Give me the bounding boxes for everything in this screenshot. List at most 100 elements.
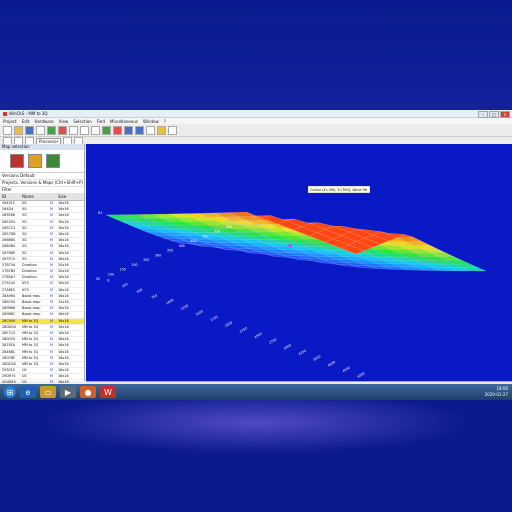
ie-icon[interactable]: e [20, 386, 36, 398]
table-cell: 16x16 [58, 355, 69, 360]
checksum-icon[interactable] [102, 125, 111, 135]
x-tick-label: 250 [121, 282, 128, 289]
table-cell: 20x16 [58, 269, 69, 274]
y-tick-label: 500 [202, 234, 208, 238]
table-cell: 27B75A [2, 262, 16, 267]
menu-misc[interactable]: Miscellaneous [110, 119, 138, 124]
menu-help[interactable]: ? [164, 119, 166, 124]
filter-field[interactable]: Filter [0, 187, 84, 194]
import-icon[interactable] [47, 125, 56, 135]
winols-window: WinOLS - MM to 3Q – □ × Project Edit Har… [0, 110, 512, 402]
winols-task-icon[interactable]: W [100, 386, 116, 398]
window-controls: – □ × [478, 111, 510, 118]
copy-icon[interactable] [80, 125, 89, 135]
surface-plot[interactable]: 0 250 500 750 1000 1250 1500 1750 2000 2250 2500 27… [86, 144, 512, 381]
table-cell: MM to 3Q [22, 349, 39, 354]
close-button[interactable]: × [500, 111, 510, 118]
menu-hardware[interactable]: Hardware [34, 119, 53, 124]
panel-actions [0, 150, 84, 173]
table-cell: 265CC2 [2, 225, 16, 230]
folder-icon[interactable] [28, 154, 42, 168]
table-cell: 12x16 [58, 300, 69, 304]
table-cell: M [50, 318, 53, 323]
table-cell: M [50, 213, 53, 218]
table-cell: 16x16 [58, 337, 69, 342]
table-cell: 16x16 [58, 312, 69, 317]
table-cell: M [50, 231, 53, 236]
new-project-icon[interactable] [3, 125, 12, 135]
menu-edit[interactable]: Edit [22, 119, 30, 124]
versions-combo[interactable]: Versions Default [0, 173, 84, 180]
table-cell: 28E7C0 [2, 330, 16, 335]
table-cell: 29D974 [2, 374, 16, 379]
table-cell: M [50, 337, 53, 342]
view-2d-icon[interactable] [124, 125, 133, 135]
table-cell: 5G [22, 219, 27, 224]
table-cell: M [50, 330, 53, 335]
cursor-tooltip: Cursor (X=495, Y=780), Value 96 [307, 185, 371, 194]
paste-icon[interactable] [91, 125, 100, 135]
settings-icon[interactable] [168, 125, 177, 135]
table-cell: 16x16 [58, 349, 69, 354]
start-button[interactable]: ⊞ [4, 386, 16, 398]
stop-icon[interactable] [113, 125, 122, 135]
column-name[interactable]: Name [22, 194, 50, 200]
filter-tab[interactable]: Projects, Versions & Maps (Ctrl+Shift+P) [0, 180, 84, 187]
table-cell: Boost requ [22, 293, 41, 298]
table-cell: 5G [22, 256, 27, 261]
table-cell: M [50, 238, 53, 243]
table-cell: 16x16 [58, 207, 69, 212]
table-cell: M [50, 207, 53, 212]
column-id[interactable]: ID [0, 194, 22, 200]
table-cell: 28A964 [2, 293, 16, 298]
3d-surface-view[interactable]: 0 250 500 750 1000 1250 1500 1750 2000 2250 2500 27… [86, 144, 512, 381]
menu-selection[interactable]: Selection [73, 119, 91, 124]
firefox-icon[interactable]: ● [80, 386, 96, 398]
table-cell: 16x16 [58, 256, 69, 261]
table-cell: M [50, 300, 53, 304]
column-type[interactable] [50, 194, 58, 200]
hex-view-icon[interactable] [146, 125, 155, 135]
x-tick-label: 5000 [357, 371, 366, 379]
table-cell: 28DC08 [2, 361, 16, 366]
table-cell: 16x16 [58, 343, 69, 348]
table-cell: 28C909 [2, 318, 16, 323]
export-icon[interactable] [58, 125, 67, 135]
explorer-icon[interactable]: ▭ [40, 386, 56, 398]
maximize-button[interactable]: □ [489, 111, 499, 118]
table-cell: N75 [22, 281, 29, 286]
open-folder-icon[interactable] [14, 125, 23, 135]
table-cell: N75 [22, 287, 29, 292]
table-cell: M [50, 219, 53, 224]
column-size[interactable]: Size [58, 194, 78, 200]
svg-text:Cursor (X=495, Y=780), Value 9: Cursor (X=495, Y=780), Value 96 [310, 188, 367, 192]
view-3d-icon[interactable] [135, 125, 144, 135]
table-cell: 27B3A7 [2, 275, 16, 280]
x-tick-label: 2250 [239, 326, 248, 334]
table-cell: MM to 3Q [22, 318, 39, 323]
print-icon[interactable] [36, 125, 45, 135]
table-cell: 16x16 [58, 231, 69, 236]
menu-find[interactable]: Find [97, 119, 105, 124]
table-cell: CK [22, 374, 27, 379]
table-header: ID Name Size [0, 194, 84, 201]
x-tick-label: 4500 [342, 366, 351, 374]
version-icon[interactable] [46, 154, 60, 168]
app-icon [3, 111, 7, 116]
map-icon[interactable] [157, 125, 166, 135]
table-cell: Duration [22, 275, 37, 280]
table-cell: M [50, 275, 53, 280]
menu-view[interactable]: View [59, 119, 69, 124]
table-cell: 16x16 [58, 293, 69, 298]
table-cell: 28DD04 [2, 324, 16, 329]
menu-window[interactable]: Window [143, 119, 159, 124]
menu-project[interactable]: Project [3, 119, 17, 124]
media-icon[interactable]: ▶ [60, 386, 76, 398]
minimize-button[interactable]: – [478, 111, 488, 118]
table-cell: 27B7B5 [2, 269, 16, 274]
system-tray[interactable]: 18:06 2020-01-27 [485, 386, 508, 398]
save-icon[interactable] [25, 125, 34, 135]
project-icon[interactable] [10, 154, 24, 168]
search-icon[interactable] [69, 125, 78, 135]
main-toolbar [0, 124, 512, 137]
